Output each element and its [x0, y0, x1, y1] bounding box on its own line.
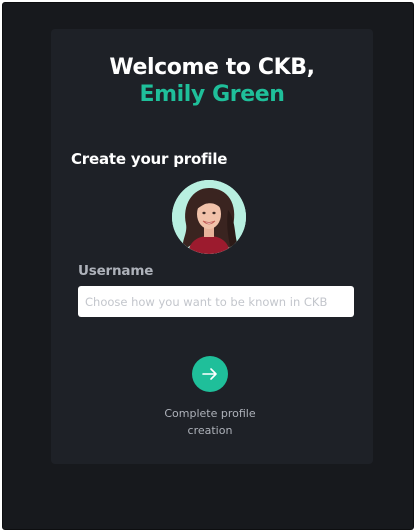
profile-card: Welcome to CKB, Emily Green Create your …	[51, 29, 373, 464]
create-profile-heading: Create your profile	[71, 150, 228, 168]
username-input[interactable]	[78, 286, 354, 317]
complete-profile-caption: Complete profile creation	[164, 407, 256, 437]
arrow-right-icon	[202, 368, 217, 380]
complete-profile-button[interactable]	[192, 356, 228, 392]
welcome-title: Welcome to CKB, Emily Green	[51, 54, 373, 108]
user-photo-icon	[172, 180, 246, 254]
app-window: Welcome to CKB, Emily Green Create your …	[2, 2, 414, 530]
avatar[interactable]	[172, 180, 246, 254]
user-name: Emily Green	[139, 82, 285, 107]
welcome-text: Welcome to CKB,	[109, 55, 315, 80]
username-label: Username	[78, 263, 154, 279]
